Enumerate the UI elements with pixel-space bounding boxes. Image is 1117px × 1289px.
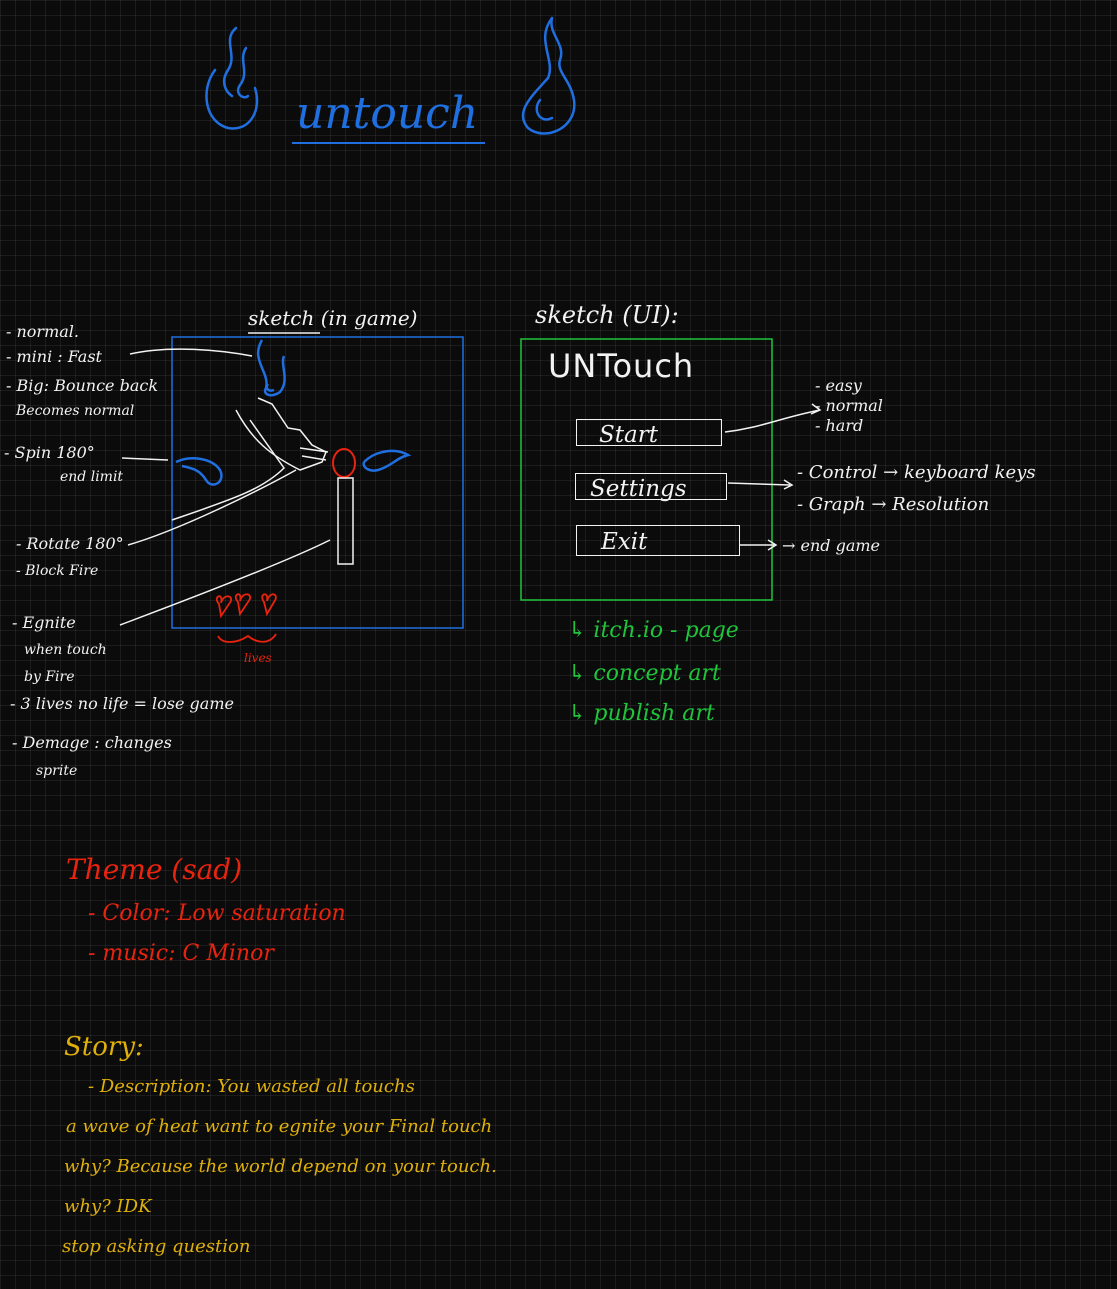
- link-itchio: ↳ itch.io - page: [568, 618, 739, 643]
- theme-item: - music: C Minor: [88, 941, 274, 966]
- left-fireball-icon: [175, 457, 223, 486]
- note-line: Becomes normal: [16, 403, 135, 419]
- note-line: when touch: [24, 642, 107, 658]
- right-flame-icon: [521, 16, 576, 135]
- theme-heading: Theme (sad): [66, 853, 243, 886]
- note-line: - 3 lives no life = lose game: [10, 694, 234, 713]
- note-line: - Block Fire: [16, 563, 99, 579]
- ui-sketch-heading: sketch (UI):: [535, 301, 679, 329]
- story-line: a wave of heat want to egnite your Final…: [66, 1116, 493, 1137]
- note-line: - mini : Fast: [6, 347, 102, 366]
- match-head-icon: [332, 448, 356, 478]
- story-line: stop asking question: [62, 1236, 251, 1257]
- ingame-frame: [171, 336, 464, 629]
- settings-button-label: Settings: [590, 476, 687, 502]
- option-line: - Graph → Resolution: [797, 494, 990, 515]
- option-line: - normal: [815, 396, 883, 415]
- connector-settings: [727, 479, 794, 490]
- right-fireball-icon: [362, 449, 412, 472]
- lives-label: lives: [244, 651, 272, 665]
- start-button-label: Start: [599, 422, 658, 448]
- note-line: - Egnite: [12, 613, 76, 632]
- note-line: - Demage : changes: [12, 733, 172, 752]
- connector-rotate: [127, 469, 297, 546]
- connector-ignite: [119, 539, 331, 626]
- option-line: - hard: [815, 416, 864, 435]
- ingame-sketch-heading: sketch (in game): [248, 306, 418, 330]
- note-line: - Big: Bounce back: [6, 376, 159, 395]
- game-title: UNTouch: [548, 347, 695, 385]
- note-line: - Rotate 180°: [16, 534, 124, 553]
- connector-spin: [121, 457, 169, 461]
- note-line: sprite: [36, 763, 78, 779]
- connector-exit: [740, 539, 778, 551]
- option-line: - Control → keyboard keys: [797, 462, 1036, 483]
- option-line: - easy: [815, 376, 862, 395]
- note-line: by Fire: [24, 669, 75, 685]
- exit-note: → end game: [782, 536, 881, 555]
- connector-modes: [129, 348, 253, 357]
- story-line: - Description: You wasted all touchs: [88, 1076, 415, 1097]
- note-line: - Spin 180°: [4, 443, 95, 462]
- theme-item: - Color: Low saturation: [88, 901, 346, 926]
- settings-button[interactable]: Settings: [575, 473, 727, 502]
- note-line: end limit: [60, 469, 124, 485]
- link-concept-art: ↳ concept art: [568, 661, 721, 686]
- link-publish-art: ↳ publish art: [568, 701, 715, 726]
- lives-hearts: [215, 593, 277, 643]
- exit-button[interactable]: Exit: [576, 525, 740, 556]
- left-flame-icon: [205, 26, 259, 130]
- matchstick-body: [337, 477, 354, 565]
- top-flame-icon: [256, 339, 286, 397]
- story-line: why? Because the world depend on your to…: [64, 1156, 497, 1177]
- exit-button-label: Exit: [601, 529, 648, 555]
- note-line: - normal.: [6, 322, 79, 341]
- start-button[interactable]: Start: [576, 419, 722, 448]
- story-line: why? IDK: [64, 1196, 152, 1217]
- story-heading: Story:: [64, 1032, 144, 1062]
